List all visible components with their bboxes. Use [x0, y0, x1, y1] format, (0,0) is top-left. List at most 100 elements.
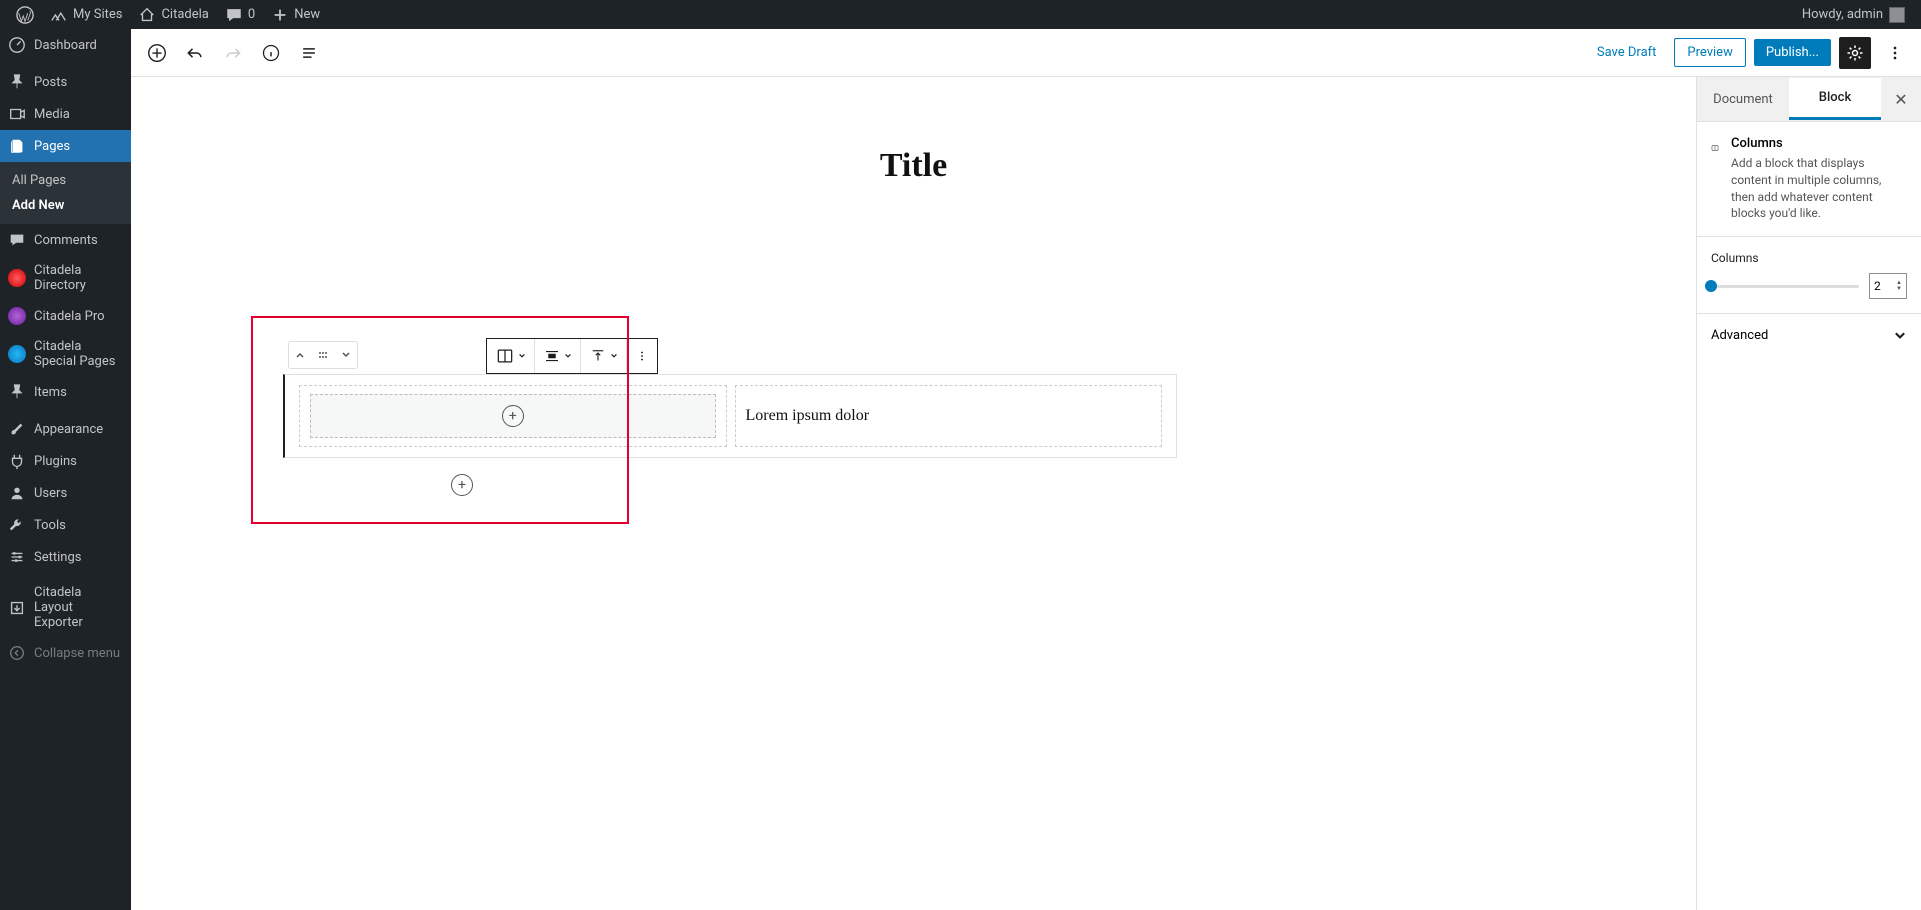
editor-canvas[interactable]: Title: [131, 77, 1696, 910]
move-down[interactable]: [334, 342, 357, 368]
sidebar-item-tools[interactable]: Tools: [0, 509, 131, 541]
home-icon: [138, 6, 156, 24]
sidebar-item-comments[interactable]: Comments: [0, 224, 131, 256]
avatar: [1889, 7, 1905, 23]
admin-bar-right[interactable]: Howdy, admin: [1794, 7, 1913, 23]
wp-logo[interactable]: [8, 0, 42, 29]
columns-input[interactable]: 2 ▲▼: [1869, 273, 1907, 299]
block-desc-text: Add a block that displays content in mul…: [1731, 155, 1907, 222]
block-appender[interactable]: +: [451, 474, 473, 496]
slider-thumb[interactable]: [1705, 280, 1717, 292]
sidebar-item-citadela-layout[interactable]: Citadela Layout Exporter: [0, 578, 131, 637]
citadela-pro-icon: [8, 307, 26, 325]
gear-icon: [1845, 43, 1865, 63]
chevron-down-icon: [1893, 329, 1907, 343]
sidebar-item-pages[interactable]: Pages: [0, 130, 131, 162]
settings-panel: Document Block ✕ Columns Add a block tha…: [1696, 77, 1921, 910]
sidebar-item-dashboard[interactable]: Dashboard: [0, 29, 131, 61]
new-label: New: [294, 7, 320, 22]
admin-sidebar: Dashboard Posts Media Pages All Pages Ad…: [0, 29, 131, 910]
sidebar-item-citadela-directory[interactable]: Citadela Directory: [0, 256, 131, 300]
block-description: Columns Add a block that displays conten…: [1697, 122, 1921, 237]
sidebar-item-posts[interactable]: Posts: [0, 66, 131, 98]
column-text[interactable]: Lorem ipsum dolor: [736, 407, 880, 425]
align-button[interactable]: [535, 339, 581, 373]
info-button[interactable]: [255, 37, 287, 69]
column-appender[interactable]: +: [310, 394, 716, 438]
drag-handle[interactable]: [312, 342, 335, 368]
sidebar-item-label: Citadela Directory: [34, 263, 123, 293]
block-more-button[interactable]: [627, 339, 657, 373]
column-2[interactable]: Lorem ipsum dolor: [735, 385, 1163, 447]
sidebar-item-users[interactable]: Users: [0, 477, 131, 509]
plus-circle-icon: +: [502, 405, 524, 427]
move-up[interactable]: [289, 342, 312, 368]
sidebar-item-label: Users: [34, 486, 67, 501]
sidebar-item-citadela-special[interactable]: Citadela Special Pages: [0, 332, 131, 376]
citadela-special-icon: [8, 345, 26, 363]
sidebar-item-media[interactable]: Media: [0, 98, 131, 130]
advanced-section[interactable]: Advanced: [1697, 314, 1921, 357]
site-link[interactable]: Citadela: [130, 0, 216, 29]
block-mover[interactable]: [288, 341, 358, 369]
plugin-icon: [8, 452, 26, 470]
admin-bar: My Sites Citadela 0 New Howdy, admin: [0, 0, 1921, 29]
user-icon: [8, 484, 26, 502]
header-left: [141, 37, 325, 69]
columns-block[interactable]: + Lorem ipsum dolor: [283, 374, 1177, 458]
tab-block[interactable]: Block: [1789, 78, 1881, 120]
chevron-down-icon: [564, 352, 572, 360]
comment-icon: [225, 6, 243, 24]
columns-slider[interactable]: [1711, 285, 1859, 288]
list-icon: [299, 43, 319, 63]
advanced-label: Advanced: [1711, 328, 1768, 343]
submenu-all-pages[interactable]: All Pages: [0, 168, 131, 193]
comments-link[interactable]: 0: [217, 0, 263, 29]
valign-button[interactable]: [581, 339, 627, 373]
chevron-down-icon: [610, 352, 618, 360]
spinner-buttons[interactable]: ▲▼: [1896, 280, 1902, 292]
sidebar-item-label: Items: [34, 385, 67, 400]
brush-icon: [8, 420, 26, 438]
chevron-down-icon: [518, 352, 526, 360]
sidebar-item-label: Citadela Special Pages: [34, 339, 123, 369]
publish-button[interactable]: Publish...: [1754, 39, 1831, 66]
sidebar-item-label: Pages: [34, 139, 70, 154]
dashboard-icon: [8, 36, 26, 54]
sidebar-item-label: Settings: [34, 550, 81, 565]
more-menu[interactable]: [1879, 37, 1911, 69]
sidebar-item-label: Citadela Layout Exporter: [34, 585, 123, 630]
tab-document[interactable]: Document: [1697, 80, 1789, 119]
new-link[interactable]: New: [263, 0, 328, 29]
add-block-button[interactable]: [141, 37, 173, 69]
sidebar-collapse[interactable]: Collapse menu: [0, 637, 131, 669]
undo-button[interactable]: [179, 37, 211, 69]
media-icon: [8, 105, 26, 123]
editor-header: Save Draft Preview Publish...: [131, 29, 1921, 77]
submenu-add-new[interactable]: Add New: [0, 193, 131, 218]
preview-button[interactable]: Preview: [1674, 38, 1745, 67]
page-title[interactable]: Title: [464, 147, 1364, 185]
panel-close[interactable]: ✕: [1881, 90, 1921, 109]
panel-tabs: Document Block ✕: [1697, 77, 1921, 122]
my-sites[interactable]: My Sites: [42, 0, 130, 29]
block-type-columns[interactable]: [487, 339, 535, 373]
sidebar-item-settings[interactable]: Settings: [0, 541, 131, 573]
sidebar-item-items[interactable]: Items: [0, 376, 131, 408]
sidebar-item-label: Collapse menu: [34, 646, 120, 661]
columns-icon: [495, 346, 515, 366]
sidebar-item-citadela-pro[interactable]: Citadela Pro: [0, 300, 131, 332]
sidebar-item-label: Posts: [34, 75, 67, 90]
sidebar-item-label: Comments: [34, 233, 98, 248]
save-draft-button[interactable]: Save Draft: [1587, 39, 1667, 66]
column-1[interactable]: +: [299, 385, 727, 447]
outline-button[interactable]: [293, 37, 325, 69]
sidebar-item-label: Tools: [34, 518, 66, 533]
redo-button[interactable]: [217, 37, 249, 69]
sliders-icon: [8, 548, 26, 566]
settings-toggle[interactable]: [1839, 37, 1871, 69]
comments-count: 0: [248, 7, 255, 22]
sidebar-item-plugins[interactable]: Plugins: [0, 445, 131, 477]
sidebar-item-appearance[interactable]: Appearance: [0, 413, 131, 445]
undo-icon: [185, 43, 205, 63]
